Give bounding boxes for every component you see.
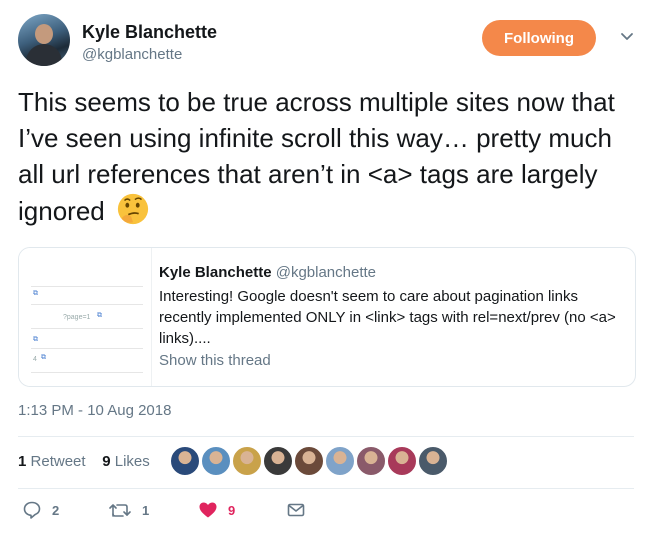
likes-count[interactable]: 9 <box>102 453 110 470</box>
direct-message-button[interactable] <box>286 500 306 520</box>
retweet-icon <box>109 504 131 517</box>
thinking-face-icon <box>117 193 149 225</box>
avatar-body <box>26 44 62 66</box>
retweets-count[interactable]: 1 <box>18 453 26 470</box>
quoted-tweet-card[interactable]: ⧉ ?page=1 ⧉ ⧉ 4 ⧉ Kyle Blanchette @kgbla… <box>18 247 636 387</box>
quoted-tweet-author[interactable]: Kyle Blanchette @kgblanchette <box>159 264 376 281</box>
like-count: 9 <box>228 502 236 518</box>
heart-icon <box>199 502 217 518</box>
liker-avatar[interactable] <box>418 446 448 476</box>
media-line <box>31 328 143 329</box>
divider <box>18 488 634 489</box>
divider <box>18 436 634 437</box>
media-line <box>31 286 143 287</box>
author-handle[interactable]: @kgblanchette <box>82 46 182 63</box>
mail-icon <box>287 503 305 517</box>
quoted-tweet-text: Interesting! Google doesn't seem to care… <box>159 288 616 347</box>
media-line <box>31 348 143 349</box>
reply-button[interactable]: 2 <box>22 500 59 520</box>
likes-label[interactable]: Likes <box>115 453 150 470</box>
liker-avatar[interactable] <box>294 446 324 476</box>
quoted-tweet-image[interactable]: ⧉ ?page=1 ⧉ ⧉ 4 ⧉ <box>19 248 152 386</box>
media-line <box>31 304 143 305</box>
tweet-stats: 1 Retweet 9 Likes <box>18 453 150 470</box>
reply-count: 2 <box>52 502 60 518</box>
author-display-name[interactable]: Kyle Blanchette <box>82 22 217 43</box>
show-thread-link[interactable]: Show this thread <box>159 352 271 369</box>
avatar-head <box>35 24 53 44</box>
quoted-handle: @kgblanchette <box>275 264 377 281</box>
media-label-page: ?page=1 <box>63 314 91 321</box>
tweet-timestamp[interactable]: 1:13 PM - 10 Aug 2018 <box>18 402 171 419</box>
tweet-text-content: This seems to be true across multiple si… <box>18 87 615 226</box>
media-link-icon: ⧉ <box>97 312 102 319</box>
chevron-down-icon[interactable] <box>620 30 634 44</box>
media-link-icon: ⧉ <box>33 290 38 297</box>
liker-avatar[interactable] <box>356 446 386 476</box>
author-avatar[interactable] <box>18 14 70 66</box>
liker-avatar[interactable] <box>263 446 293 476</box>
retweet-button[interactable]: 1 <box>108 500 149 520</box>
media-line <box>31 372 143 373</box>
tweet-header: Kyle Blanchette @kgblanchette Following <box>18 14 637 70</box>
liker-avatar[interactable] <box>232 446 262 476</box>
retweets-label[interactable]: Retweet <box>31 453 86 470</box>
reply-icon <box>23 501 41 519</box>
liker-avatar[interactable] <box>170 446 200 476</box>
liker-avatar[interactable] <box>201 446 231 476</box>
liker-avatar[interactable] <box>387 446 417 476</box>
tweet-text: This seems to be true across multiple si… <box>18 84 618 229</box>
following-button[interactable]: Following <box>482 20 596 56</box>
liker-avatar[interactable] <box>325 446 355 476</box>
quoted-display-name: Kyle Blanchette <box>159 264 272 281</box>
like-button[interactable]: 9 <box>198 500 235 520</box>
media-link-icon: ⧉ <box>41 354 46 361</box>
tweet-actions: 2 1 9 <box>18 500 634 530</box>
media-label-four: 4 <box>33 356 37 363</box>
retweet-count: 1 <box>142 502 150 518</box>
media-link-icon: ⧉ <box>33 336 38 343</box>
